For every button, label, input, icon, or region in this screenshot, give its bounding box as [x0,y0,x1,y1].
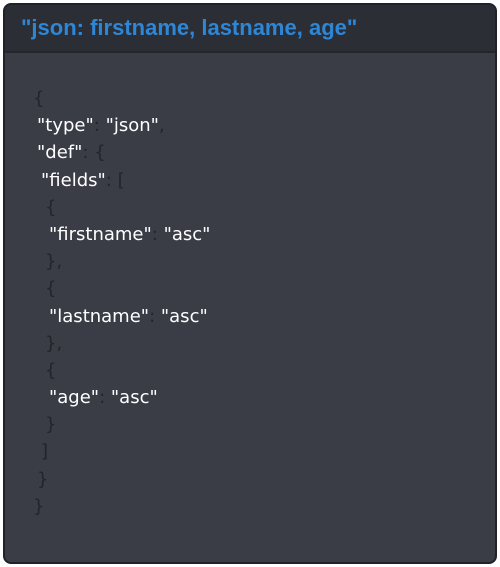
code-punctuation: { [45,278,57,300]
code-line: }, [33,330,210,357]
code-line: }, [33,248,210,275]
code-punctuation: { [33,88,45,109]
code-punctuation: : [99,387,111,409]
code-line: { [33,357,210,384]
code-token: "lastname" [49,305,150,327]
code-line: "firstname": "asc" [33,221,210,248]
code-token: "asc" [163,223,211,245]
code-card: "json: firstname, lastname, age" { "type"… [3,3,497,564]
code-line: } [33,493,210,520]
code-line: { [33,194,210,221]
code-token: "fields" [41,169,106,191]
code-token: "json" [105,115,159,137]
code-punctuation: } [45,414,57,436]
code-line: } [33,466,210,493]
code-punctuation: , [158,115,165,137]
code-line: { [33,275,210,302]
code-line: "fields": [ [33,167,210,194]
code-punctuation: : [151,223,164,245]
code-token: "firstname" [49,223,152,245]
code-line: } [33,411,210,438]
code-punctuation: } [37,468,49,490]
code-line: "lastname": "asc" [33,303,210,330]
code-line: "type": "json", [33,112,210,139]
code-punctuation: }, [45,332,63,354]
code-punctuation: { [45,196,57,218]
code-punctuation: } [33,495,45,517]
card-header: "json: firstname, lastname, age" [5,5,495,53]
code-punctuation: { [45,359,57,381]
code-token: "asc" [110,387,158,409]
code-punctuation: : [149,305,161,327]
card-title: "json: firstname, lastname, age" [21,15,358,40]
code-punctuation: : { [82,142,106,164]
code-token: "def" [37,142,83,164]
code-punctuation: : [93,115,106,137]
code-line: ] [33,438,210,465]
code-token: "age" [49,387,100,409]
code-punctuation: ] [41,441,49,463]
code-line: "age": "asc" [33,384,210,411]
code-punctuation: : [ [105,169,125,191]
code-block: {"type": "json", "def": {"fields": [{"fir… [33,85,210,520]
code-punctuation: }, [45,251,63,273]
code-line: "def": { [33,139,210,166]
code-line: { [33,85,210,112]
code-token: "type" [37,115,94,137]
code-token: "asc" [160,305,208,327]
